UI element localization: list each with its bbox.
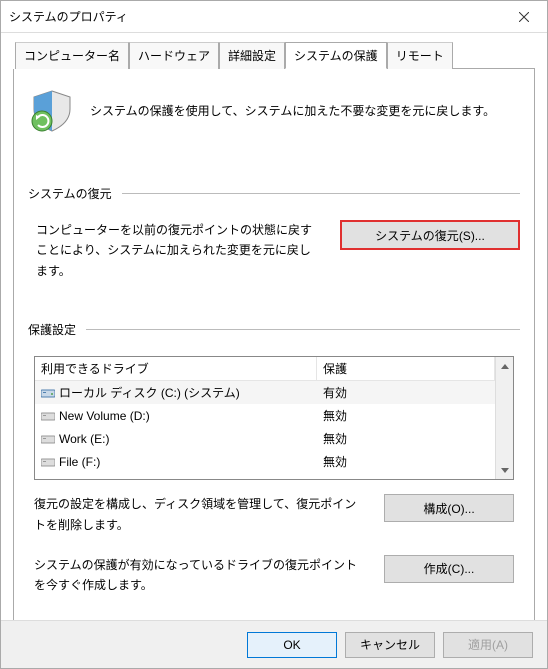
drive-table: 利用できるドライブ 保護 ローカル ディスク (C:) (システム) 有効 Ne…: [34, 356, 514, 480]
tab-system-protection[interactable]: システムの保護: [285, 42, 387, 69]
scroll-up-button[interactable]: [496, 357, 513, 375]
tab-hardware[interactable]: ハードウェア: [129, 42, 219, 69]
protection-section-title: 保護設定: [28, 321, 76, 338]
drive-status: 無効: [323, 430, 347, 447]
configure-button[interactable]: 構成(O)...: [384, 494, 514, 522]
close-button[interactable]: [501, 2, 547, 32]
dialog-content: コンピューター名 ハードウェア 詳細設定 システムの保護 リモート システムの保…: [1, 33, 547, 624]
scroll-down-button[interactable]: [496, 461, 513, 479]
protection-section-header: 保護設定: [28, 321, 520, 338]
disk-icon: [41, 387, 55, 398]
intro-row: システムの保護を使用して、システムに加えた不要な変更を元に戻します。: [28, 87, 520, 135]
restore-section-title: システムの復元: [28, 185, 112, 202]
restore-section-header: システムの復元: [28, 185, 520, 202]
ok-button[interactable]: OK: [247, 632, 337, 658]
configure-row: 復元の設定を構成し、ディスク領域を管理して、復元ポイントを削除します。 構成(O…: [28, 494, 520, 535]
restore-row: コンピューターを以前の復元ポイントの状態に戻すことにより、システムに加えられた変…: [28, 220, 520, 281]
close-icon: [519, 12, 529, 22]
drive-status: 無効: [323, 453, 347, 470]
tab-advanced[interactable]: 詳細設定: [219, 42, 285, 69]
restore-description: コンピューターを以前の復元ポイントの状態に戻すことにより、システムに加えられた変…: [28, 220, 320, 281]
drive-row[interactable]: New Volume (D:) 無効: [35, 404, 495, 427]
drive-row[interactable]: Work (E:) 無効: [35, 427, 495, 450]
cancel-button[interactable]: キャンセル: [345, 632, 435, 658]
tab-strip: コンピューター名 ハードウェア 詳細設定 システムの保護 リモート: [15, 41, 535, 69]
disk-icon: [41, 456, 55, 467]
drive-scrollbar[interactable]: [495, 357, 513, 479]
drive-header-name[interactable]: 利用できるドライブ: [35, 357, 317, 380]
drive-row[interactable]: File (F:) 無効: [35, 450, 495, 473]
drive-name: File (F:): [59, 455, 100, 469]
create-description: システムの保護が有効になっているドライブの復元ポイントを今すぐ作成します。: [34, 555, 364, 596]
section-divider: [122, 193, 520, 194]
apply-button: 適用(A): [443, 632, 533, 658]
drive-name: New Volume (D:): [59, 409, 150, 423]
shield-icon: [28, 87, 76, 135]
drive-row[interactable]: ローカル ディスク (C:) (システム) 有効: [35, 381, 495, 404]
scroll-track[interactable]: [496, 375, 513, 461]
intro-text: システムの保護を使用して、システムに加えた不要な変更を元に戻します。: [90, 101, 495, 121]
create-button[interactable]: 作成(C)...: [384, 555, 514, 583]
section-divider: [86, 329, 520, 330]
configure-description: 復元の設定を構成し、ディスク領域を管理して、復元ポイントを削除します。: [34, 494, 364, 535]
drive-status: 無効: [323, 407, 347, 424]
dialog-button-bar: OK キャンセル 適用(A): [1, 620, 547, 668]
tab-remote[interactable]: リモート: [387, 42, 453, 69]
disk-icon: [41, 433, 55, 444]
chevron-down-icon: [501, 468, 509, 473]
drive-name: Work (E:): [59, 432, 109, 446]
drive-status: 有効: [323, 384, 347, 401]
system-restore-button[interactable]: システムの復元(S)...: [340, 220, 520, 250]
chevron-up-icon: [501, 364, 509, 369]
disk-icon: [41, 410, 55, 421]
drive-table-header: 利用できるドライブ 保護: [35, 357, 495, 381]
titlebar: システムのプロパティ: [1, 1, 547, 33]
drive-name: ローカル ディスク (C:) (システム): [59, 384, 240, 401]
window-title: システムのプロパティ: [9, 8, 501, 25]
tab-panel-protection: システムの保護を使用して、システムに加えた不要な変更を元に戻します。 システムの…: [13, 69, 535, 624]
drive-header-protection[interactable]: 保護: [317, 357, 495, 380]
tab-computer-name[interactable]: コンピューター名: [15, 42, 129, 69]
create-row: システムの保護が有効になっているドライブの復元ポイントを今すぐ作成します。 作成…: [28, 555, 520, 596]
